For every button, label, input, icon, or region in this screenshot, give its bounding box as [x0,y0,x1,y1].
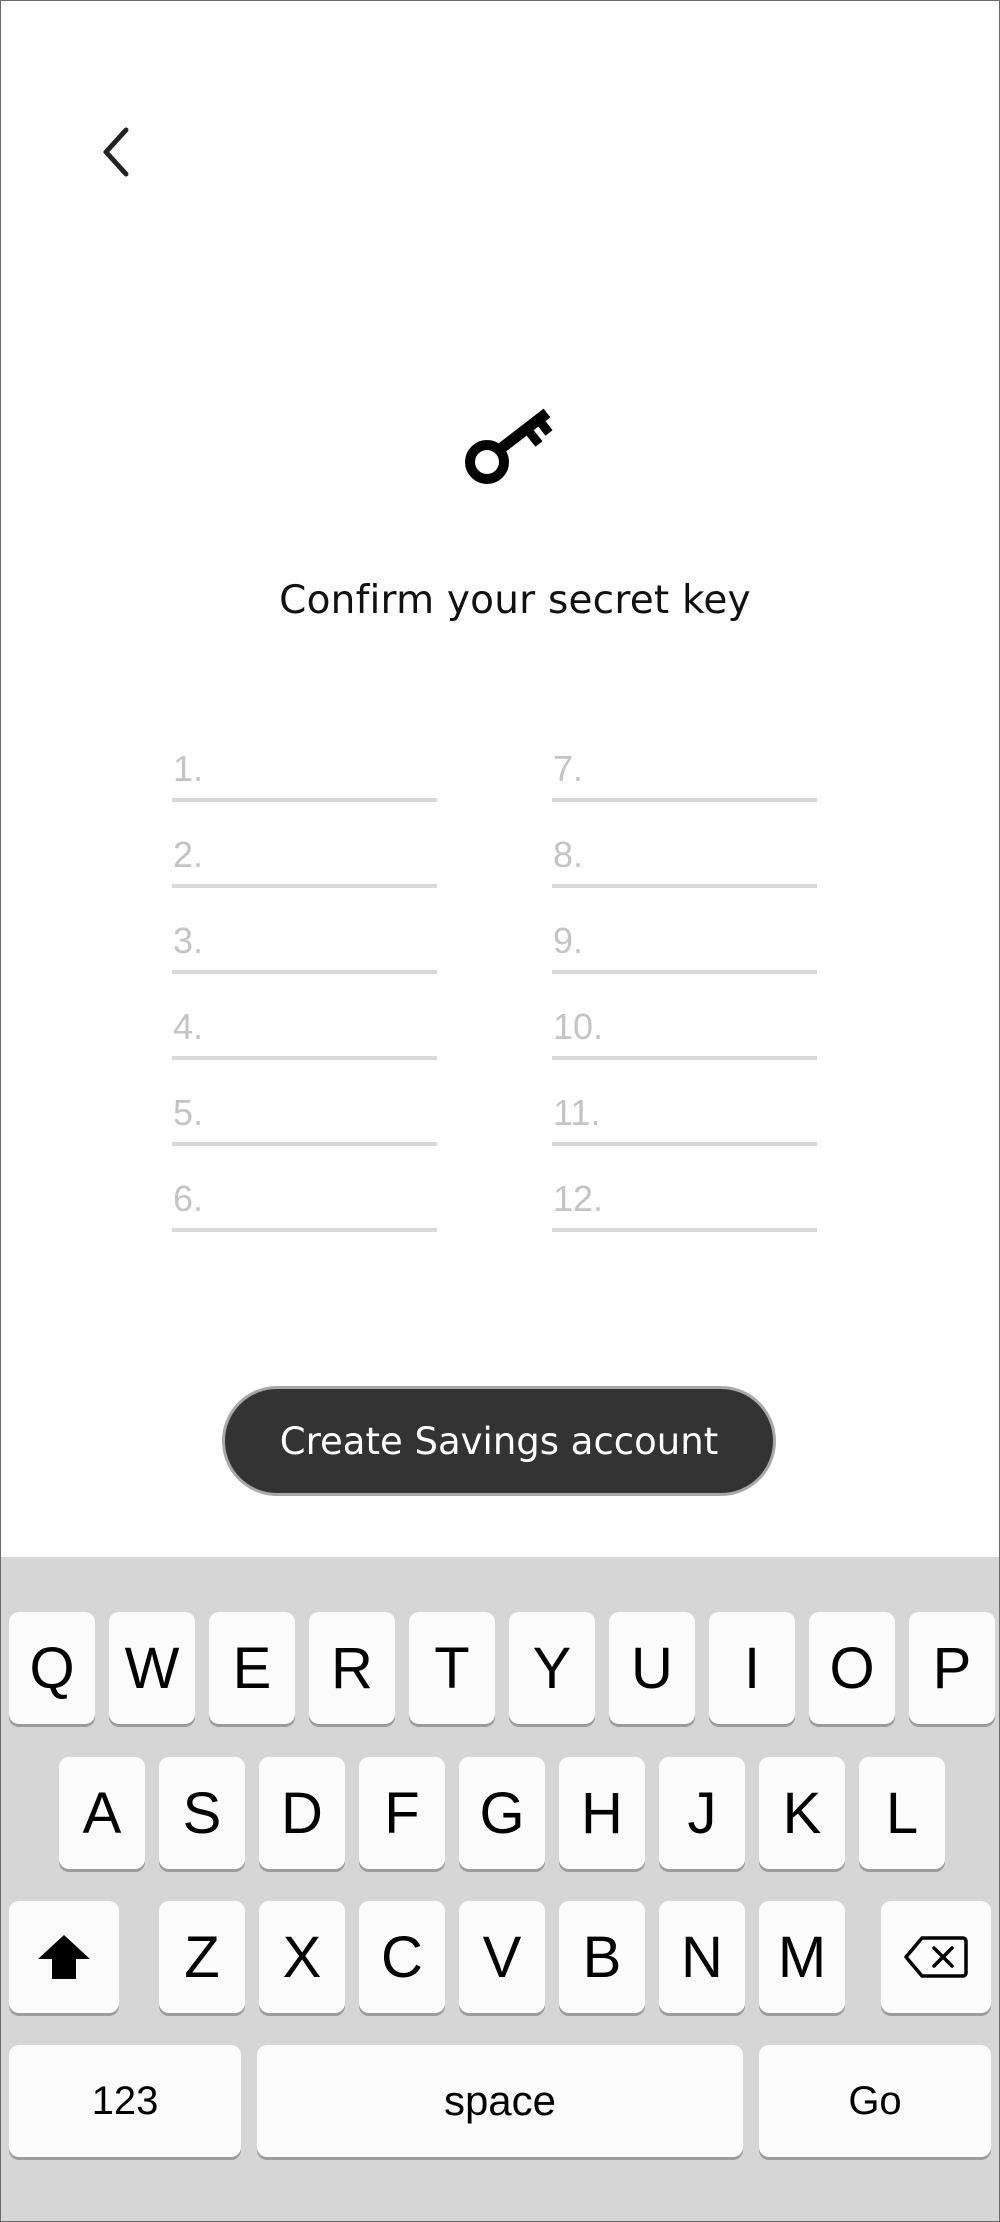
key-v[interactable]: V [459,1901,545,2013]
backspace-key[interactable] [881,1901,991,2013]
key-q[interactable]: Q [9,1612,95,1724]
key-b[interactable]: B [559,1901,645,2013]
secret-word-field[interactable]: 6. [172,1172,437,1232]
key-s[interactable]: S [159,1757,245,1869]
secret-word-number: 2. [173,834,204,875]
key-y[interactable]: Y [509,1612,595,1724]
secret-word-field[interactable]: 1. [172,742,437,802]
key-a[interactable]: A [59,1757,145,1869]
secret-word-field[interactable]: 9. [552,914,817,974]
secret-word-number: 8. [553,834,584,875]
key-r[interactable]: R [309,1612,395,1724]
secret-word-number: 5. [173,1092,204,1133]
key-c[interactable]: C [359,1901,445,2013]
page-title: Confirm your secret key [279,578,751,623]
secret-word-number: 1. [173,748,204,789]
secret-word-field[interactable]: 8. [552,828,817,888]
secret-word-field[interactable]: 12. [552,1172,817,1232]
key-n[interactable]: N [659,1901,745,2013]
secret-word-field[interactable]: 2. [172,828,437,888]
shift-arrow-icon [38,1935,90,1979]
secret-word-number: 6. [173,1178,204,1219]
on-screen-keyboard: QWERTYUIOP ASDFGHJKL ZXCVBNM 123 space Go [1,1557,999,2221]
key-g[interactable]: G [459,1757,545,1869]
key-u[interactable]: U [609,1612,695,1724]
key-x[interactable]: X [259,1901,345,2013]
shift-key[interactable] [9,1901,119,2013]
space-key[interactable]: space [257,2045,743,2157]
secret-word-number: 3. [173,920,204,961]
key-t[interactable]: T [409,1612,495,1724]
secret-word-number: 10. [553,1006,604,1047]
numbers-key[interactable]: 123 [9,2045,241,2157]
secret-word-field[interactable]: 5. [172,1086,437,1146]
create-savings-account-button[interactable]: Create Savings account [222,1386,776,1496]
secret-word-field[interactable]: 4. [172,1000,437,1060]
secret-word-field[interactable]: 11. [552,1086,817,1146]
secret-word-number: 4. [173,1006,204,1047]
back-button[interactable] [88,118,144,186]
key-j[interactable]: J [659,1757,745,1869]
key-k[interactable]: K [759,1757,845,1869]
key-d[interactable]: D [259,1757,345,1869]
key-h[interactable]: H [559,1757,645,1869]
secret-word-number: 7. [553,748,584,789]
secret-word-field[interactable]: 10. [552,1000,817,1060]
key-i[interactable]: I [709,1612,795,1724]
secret-word-number: 11. [553,1092,601,1133]
key-e[interactable]: E [209,1612,295,1724]
secret-word-number: 12. [553,1178,604,1219]
key-o[interactable]: O [809,1612,895,1724]
key-f[interactable]: F [359,1757,445,1869]
secret-word-number: 9. [553,920,584,961]
key-l[interactable]: L [859,1757,945,1869]
key-p[interactable]: P [909,1612,995,1724]
key-z[interactable]: Z [159,1901,245,2013]
backspace-icon [904,1936,968,1978]
key-w[interactable]: W [109,1612,195,1724]
chevron-left-icon [103,127,129,177]
secret-word-field[interactable]: 3. [172,914,437,974]
secret-word-field[interactable]: 7. [552,742,817,802]
key-icon [465,408,553,484]
key-m[interactable]: M [759,1901,845,2013]
go-key[interactable]: Go [759,2045,991,2157]
